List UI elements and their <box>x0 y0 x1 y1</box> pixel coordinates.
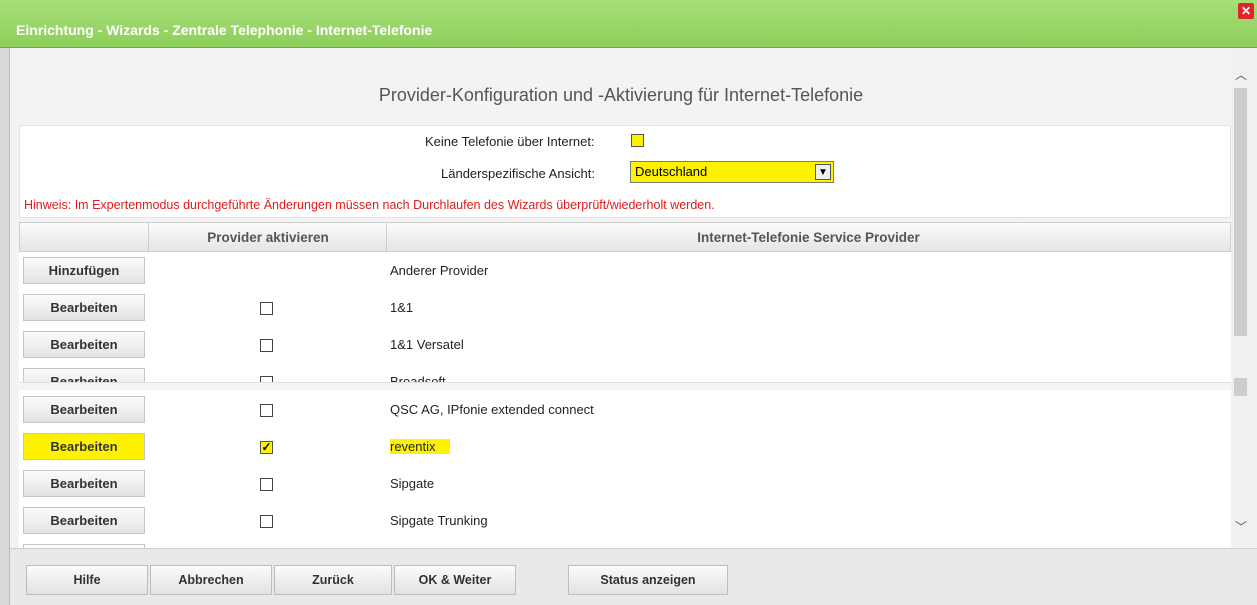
edit-provider-button[interactable]: Bearbeiten <box>23 433 145 460</box>
chevron-down-icon[interactable]: ▼ <box>815 164 831 180</box>
hint-text: Hinweis: Im Expertenmodus durchgeführte … <box>24 198 715 212</box>
scrollbar[interactable]: ︿ ﹀ <box>1232 48 1257 548</box>
screenshot-seam <box>19 382 1231 390</box>
add-provider-button[interactable]: Hinzufügen <box>23 257 145 284</box>
activate-checkbox[interactable] <box>260 339 273 352</box>
table-row: Bearbeiten 1&1 Versatel <box>19 327 1231 364</box>
provider-name: 1&1 Versatel <box>390 337 464 352</box>
provider-name: Broadsoft <box>390 374 446 382</box>
window-title: Einrichtung - Wizards - Zentrale Telepho… <box>16 22 433 38</box>
close-icon[interactable]: ✕ <box>1238 3 1254 19</box>
table-row: Bearbeiten QSC AG, IPfonie extended conn… <box>19 392 1231 429</box>
window-titlebar: Einrichtung - Wizards - Zentrale Telepho… <box>0 0 1257 48</box>
scrollbar-thumb-lower[interactable] <box>1234 378 1247 396</box>
provider-name: QSC AG, IPfonie extended connect <box>390 402 594 417</box>
activate-checkbox[interactable] <box>260 302 273 315</box>
table-row: Hinzufügen Anderer Provider <box>19 253 1231 290</box>
activate-checkbox[interactable] <box>260 515 273 528</box>
table-row: Bearbeiten Sipgate <box>19 466 1231 503</box>
edit-provider-button[interactable]: Bearbeiten <box>23 396 145 423</box>
ok-next-button[interactable]: OK & Weiter <box>394 565 516 595</box>
no-internet-label: Keine Telefonie über Internet: <box>425 134 595 149</box>
table-row: Bearbeiten ✓ reventix <box>19 429 1231 466</box>
provider-name: Anderer Provider <box>390 263 489 278</box>
scrollbar-thumb[interactable] <box>1234 88 1247 336</box>
chevron-up-icon[interactable]: ︿ <box>1234 66 1248 82</box>
country-select-value: Deutschland <box>635 164 708 179</box>
footer-toolbar: Hilfe Abbrechen Zurück OK & Weiter Statu… <box>10 548 1257 605</box>
table-row: Bearbeiten Broadsoft <box>19 364 1231 382</box>
provider-name: Sipgate Trunking <box>390 513 488 528</box>
activate-checkbox[interactable] <box>260 478 273 491</box>
help-button[interactable]: Hilfe <box>26 565 148 595</box>
edit-provider-button[interactable]: Bearbeiten <box>23 507 145 534</box>
col-activate-header: Provider aktivieren <box>207 230 329 245</box>
back-button[interactable]: Zurück <box>274 565 392 595</box>
edit-provider-button[interactable]: Bearbeiten <box>23 368 145 382</box>
edit-provider-button[interactable]: Bearbeiten <box>23 331 145 358</box>
left-frame <box>0 48 10 605</box>
edit-provider-button[interactable]: Bearbeiten <box>23 294 145 321</box>
provider-name: 1&1 <box>390 300 414 315</box>
status-button[interactable]: Status anzeigen <box>568 565 728 595</box>
provider-name: Sipgate <box>390 476 435 491</box>
country-select[interactable]: Deutschland ▼ <box>630 161 834 183</box>
table-header: Provider aktivieren Internet-Telefonie S… <box>19 222 1231 253</box>
country-label: Länderspezifische Ansicht: <box>441 166 595 181</box>
page-title: Provider-Konfiguration und -Aktivierung … <box>378 85 864 105</box>
table-row: Bearbeiten Sipgate Trunking <box>19 503 1231 540</box>
provider-name: reventix <box>390 439 450 454</box>
col-provider-header: Internet-Telefonie Service Provider <box>697 230 920 245</box>
chevron-down-icon[interactable]: ﹀ <box>1234 518 1248 534</box>
table-row: Bearbeiten 1&1 <box>19 290 1231 327</box>
activate-checkbox[interactable]: ✓ <box>260 441 273 454</box>
cancel-button[interactable]: Abbrechen <box>150 565 272 595</box>
edit-provider-button[interactable]: Bearbeiten <box>23 470 145 497</box>
no-internet-checkbox[interactable] <box>631 134 644 147</box>
activate-checkbox[interactable] <box>260 404 273 417</box>
